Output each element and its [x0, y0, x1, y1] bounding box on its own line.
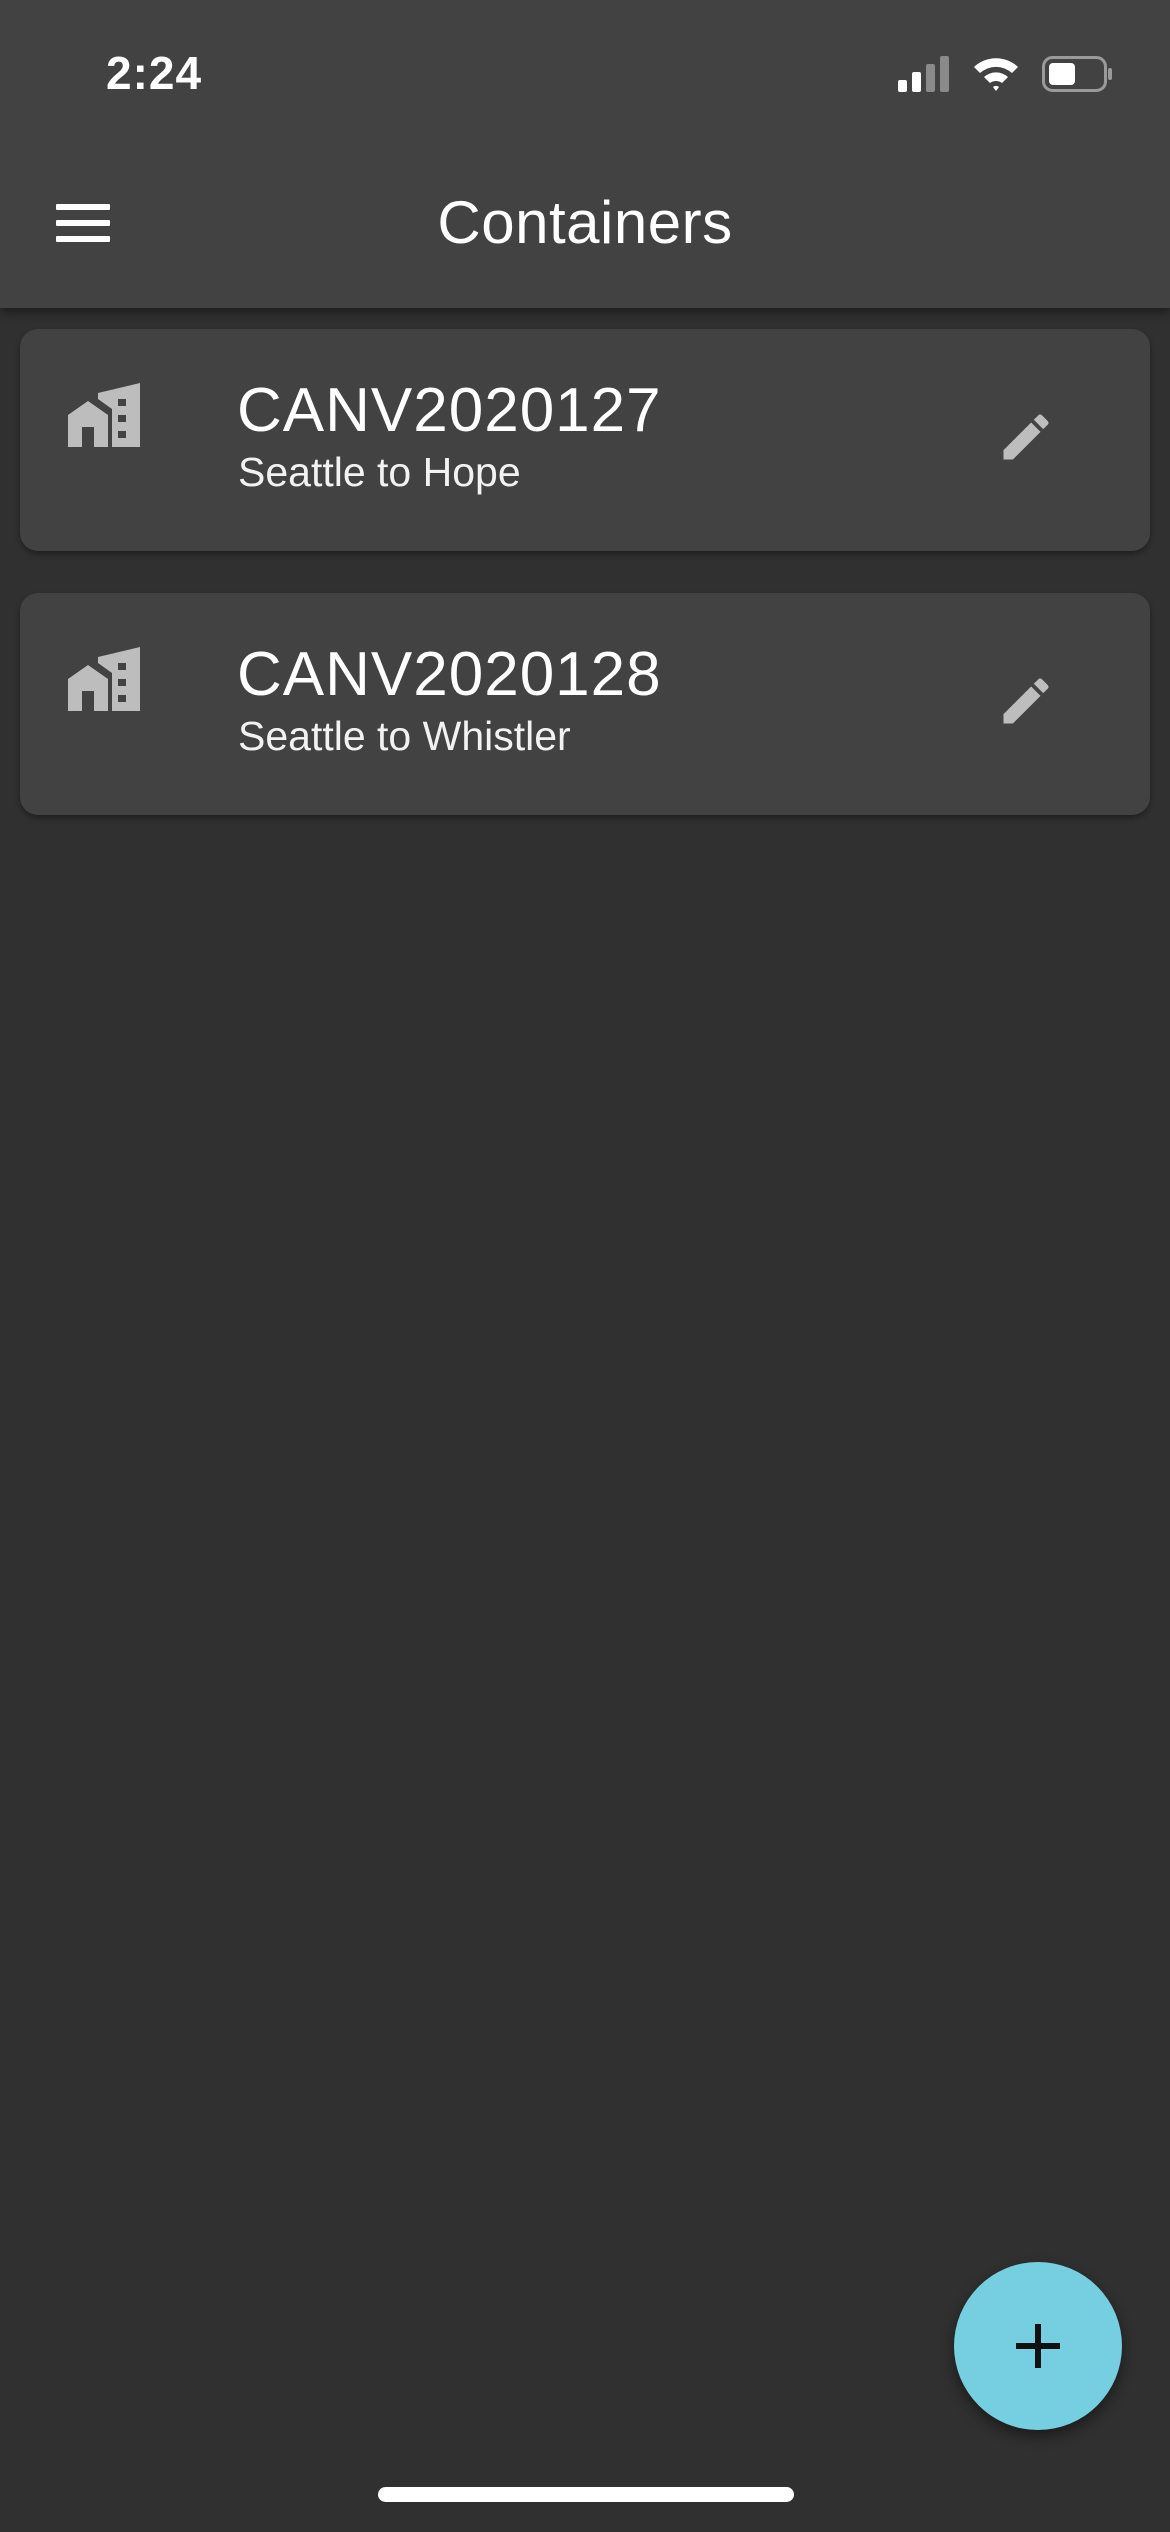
edit-pencil-icon — [1003, 678, 1049, 724]
add-container-button[interactable] — [954, 2262, 1122, 2430]
container-card[interactable]: CANV2020128 Seattle to Whistler — [20, 593, 1150, 815]
wifi-icon — [974, 58, 1018, 91]
app-bar: 2:24 Containers — [0, 0, 1170, 308]
container-route: Seattle to Hope — [238, 449, 521, 495]
container-name: CANV2020128 — [237, 640, 662, 709]
home-indicator[interactable] — [378, 2487, 794, 2502]
edit-button[interactable] — [988, 399, 1064, 475]
building-icon — [68, 647, 140, 711]
status-time: 2:24 — [106, 47, 203, 99]
container-list: CANV2020127 Seattle to Hope CANV2020128 … — [20, 329, 1150, 857]
building-icon — [68, 383, 140, 447]
container-name: CANV2020127 — [237, 376, 662, 445]
container-route: Seattle to Whistler — [238, 713, 571, 759]
container-card[interactable]: CANV2020127 Seattle to Hope — [20, 329, 1150, 551]
plus-icon — [1016, 2324, 1060, 2368]
battery-icon — [1042, 56, 1112, 92]
page-title: Containers — [437, 189, 733, 256]
cellular-signal-icon — [898, 56, 949, 92]
edit-button[interactable] — [988, 663, 1064, 739]
status-icons — [898, 52, 1114, 96]
edit-pencil-icon — [1003, 414, 1049, 460]
